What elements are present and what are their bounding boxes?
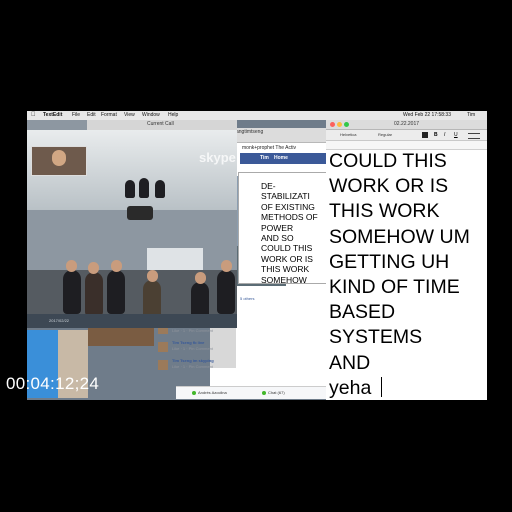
menu-window[interactable]: Window — [142, 111, 160, 120]
participant — [107, 270, 125, 314]
text-line: AND SO — [261, 233, 294, 244]
text-color-icon[interactable] — [422, 132, 428, 138]
document-body[interactable]: COULD THIS WORK OR IS THIS WORK SOMEHOW … — [329, 149, 487, 401]
self-view-video[interactable] — [31, 146, 87, 176]
participant-head — [147, 270, 158, 282]
menubar-user[interactable]: Tim — [467, 111, 475, 120]
menu-file[interactable]: File — [72, 111, 80, 120]
menu-help[interactable]: Help — [168, 111, 178, 120]
comment-text: Tim Tseng fb live — [172, 340, 205, 345]
comment-actions[interactable]: Like · 1 · Pin Comment — [172, 346, 213, 351]
skype-status-strip: 2017/02/22 — [27, 314, 237, 328]
italic-icon[interactable]: I — [444, 133, 448, 138]
fb-chat-bar: Andrés Azocilna Chat (67) — [176, 386, 326, 399]
textedit-window: 02.22.2017 Helvetica Regular B I U COULD… — [326, 120, 487, 400]
text-line: COULD THIS — [329, 150, 447, 172]
menubar-clock[interactable]: Wed Feb 22 17:58:33 — [403, 111, 451, 120]
text-line: WORK OR IS — [329, 175, 449, 198]
photo-thumbnails[interactable] — [88, 326, 154, 346]
fb-comment: Tim Tseng im skyping Like · 1 · Pin Comm… — [158, 358, 230, 376]
text-line: SYSTEMS — [329, 326, 423, 349]
participant-face — [52, 150, 66, 166]
online-status-icon — [192, 391, 196, 395]
avatar[interactable] — [158, 342, 168, 352]
comment-actions[interactable]: Like · 1 · Pin Comment — [172, 328, 213, 333]
bold-icon[interactable]: B — [434, 133, 438, 138]
text-line: SOMEHOW UM — [329, 225, 470, 248]
participant-head — [221, 260, 232, 272]
participant — [85, 272, 103, 316]
text-line: THIS WORK — [261, 264, 310, 275]
online-status-icon — [262, 391, 266, 395]
minimize-icon[interactable] — [337, 122, 342, 127]
text-line: DE- — [261, 181, 276, 191]
participant — [217, 270, 235, 314]
textedit-titlebar[interactable]: 02.22.2017 — [326, 120, 487, 130]
fb-home-link[interactable]: Home — [274, 155, 288, 161]
text-line: SOMEHOW — [261, 274, 307, 285]
participant-head — [66, 260, 77, 272]
background-document-text: DE- STABILIZATI OF EXISTING METHODS OF P… — [261, 181, 327, 285]
text-line: OF EXISTING — [261, 201, 315, 212]
textedit-format-toolbar: Helvetica Regular B I U — [326, 130, 487, 141]
participant — [63, 270, 81, 314]
fb-comment: Tim Tseng fb live Like · 1 · Pin Comment — [158, 340, 230, 358]
remote-participant — [125, 180, 135, 198]
align-icon[interactable] — [468, 133, 480, 139]
fb-profile-link[interactable]: Tim — [260, 155, 269, 161]
font-style-select[interactable]: Regular — [378, 132, 392, 137]
browser-url[interactable]: angtimtseng — [236, 129, 263, 135]
text-line: BASED — [329, 301, 396, 324]
projector-icon — [127, 206, 153, 220]
participant-head — [88, 262, 99, 274]
underline-icon[interactable]: U — [454, 133, 458, 138]
close-icon[interactable] — [330, 122, 335, 127]
fb-others-link[interactable]: 5 others — [240, 296, 254, 301]
skype-call-window[interactable]: Current Call skype 2017/02/22 — [27, 120, 237, 328]
skype-logo: skype — [199, 150, 236, 165]
participant-head — [195, 272, 206, 284]
apple-menu-icon[interactable]:  — [31, 111, 36, 120]
text-line: METHODS OF — [261, 212, 318, 223]
menu-format[interactable]: Format — [101, 111, 117, 120]
menu-textedit[interactable]: TextEdit — [43, 111, 62, 120]
text-line: KIND OF TIME — [329, 276, 460, 299]
document-title: 02.22.2017 — [394, 121, 420, 127]
text-line: WORK OR IS — [261, 253, 313, 264]
zoom-icon[interactable] — [344, 122, 349, 127]
text-line: COULD THIS — [261, 243, 313, 254]
remote-participant — [155, 180, 165, 198]
bookmarks-bar[interactable]: monk+prophet The Activ — [242, 145, 296, 151]
participant-head — [111, 260, 122, 272]
background-document[interactable]: DE- STABILIZATI OF EXISTING METHODS OF P… — [238, 172, 328, 285]
video-timecode: 00:04:12;24 — [6, 374, 100, 393]
text-cursor — [381, 377, 382, 397]
menu-edit[interactable]: Edit — [87, 111, 96, 120]
text-line: POWER — [261, 222, 294, 233]
menu-view[interactable]: View — [124, 111, 135, 120]
skype-title: Current Call — [147, 121, 174, 127]
avatar[interactable] — [158, 360, 168, 370]
text-line: yeha — [329, 376, 372, 399]
chat-toggle[interactable]: Chat (67) — [268, 390, 285, 395]
facebook-header: Tim Home — [240, 153, 340, 164]
chat-contact[interactable]: Andrés Azocilna — [198, 390, 227, 395]
font-family-select[interactable]: Helvetica — [340, 132, 356, 137]
fb-comment-list: Tim Tseng + screenrecording Like · 1 · P… — [158, 322, 230, 376]
text-line: STABILIZATI — [261, 191, 310, 202]
text-line: GETTING UH — [329, 250, 450, 273]
comment-actions[interactable]: Like · 1 · Pin Comment — [172, 364, 213, 369]
skype-titlebar[interactable]: Current Call — [87, 120, 237, 130]
remote-participant — [139, 178, 149, 198]
video-date: 2017/02/22 — [49, 318, 70, 323]
comment-text: Tim Tseng im skyping — [172, 358, 214, 363]
text-line: THIS WORK — [329, 200, 440, 223]
text-line: AND — [329, 351, 371, 374]
